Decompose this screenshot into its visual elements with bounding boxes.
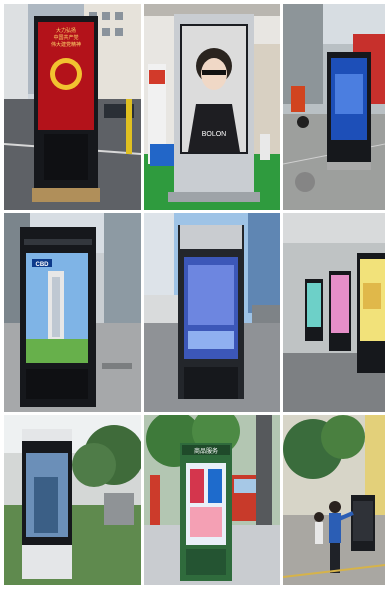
photo-kiosk-grass bbox=[4, 415, 141, 585]
photo-kiosk-installation bbox=[283, 415, 385, 585]
photo-kiosk-installation-image bbox=[283, 415, 385, 585]
photo-kiosk-blue-screen bbox=[144, 213, 280, 412]
photo-kiosk-green-bus-image: 商品服务 bbox=[144, 415, 280, 585]
poster-brand-text: BOLON bbox=[202, 131, 227, 138]
photo-kiosk-blue-screen-image bbox=[144, 213, 280, 412]
photo-kiosk-street-scooters bbox=[283, 4, 385, 210]
screen-text-cbd: CBD bbox=[36, 262, 50, 268]
kiosk-photo-grid: 大力弘扬 中国共产党 伟大建党精神 BOLON CBD 商品服务 bbox=[4, 4, 385, 585]
screen-text-line-2: 中国共产党 bbox=[53, 34, 78, 41]
photo-kiosk-party-screen-image: 大力弘扬 中国共产党 伟大建党精神 bbox=[4, 4, 141, 210]
photo-kiosk-cbd-advert: CBD bbox=[4, 213, 141, 412]
photo-kiosk-grass-image bbox=[4, 415, 141, 585]
screen-text-line-1: 大力弘扬 bbox=[56, 27, 76, 34]
photo-kiosk-bolon-poster-image: BOLON bbox=[144, 4, 280, 210]
photo-kiosk-row-image bbox=[283, 213, 385, 412]
photo-kiosk-cbd-advert-image: CBD bbox=[4, 213, 141, 412]
screen-text-line-3: 伟大建党精神 bbox=[51, 41, 81, 48]
kiosk-header-text: 商品服务 bbox=[194, 447, 218, 455]
photo-kiosk-street-scooters-image bbox=[283, 4, 385, 210]
photo-kiosk-bolon-poster: BOLON bbox=[144, 4, 280, 210]
photo-kiosk-party-screen: 大力弘扬 中国共产党 伟大建党精神 bbox=[4, 4, 141, 210]
photo-kiosk-row bbox=[283, 213, 385, 412]
photo-kiosk-green-bus: 商品服务 bbox=[144, 415, 280, 585]
